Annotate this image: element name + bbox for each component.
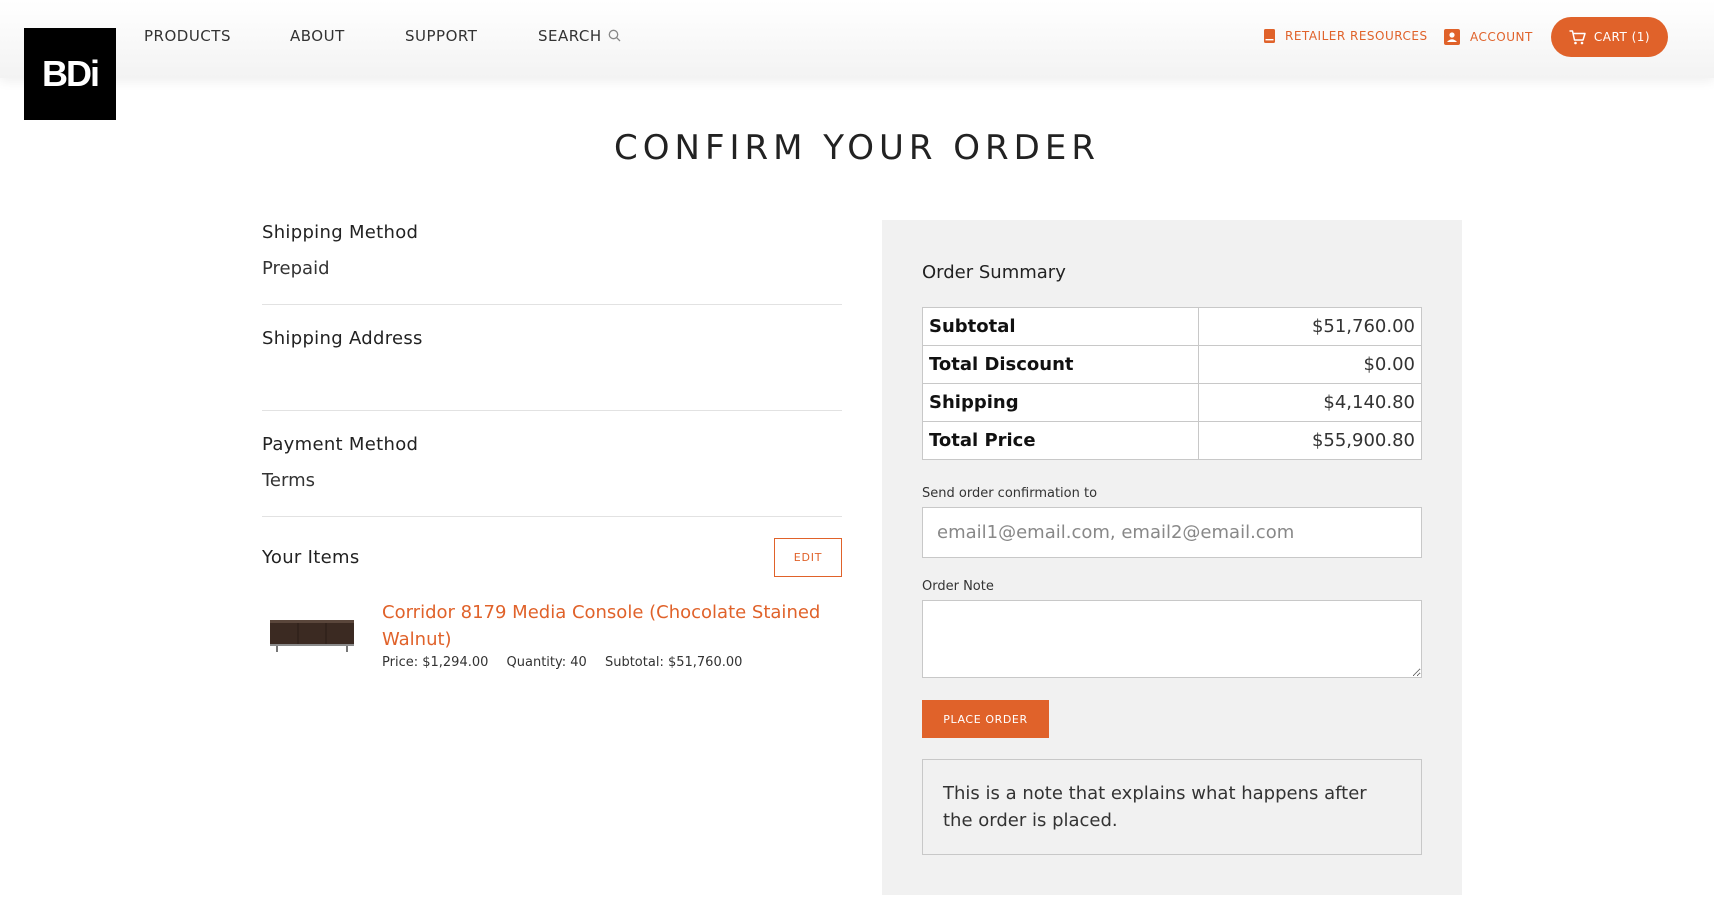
order-summary-title: Order Summary [922,262,1066,283]
summary-value: $51,760.00 [1198,307,1422,346]
section-divider [262,410,842,411]
table-row: Subtotal $51,760.00 [922,307,1422,346]
table-row: Total Discount $0.00 [922,345,1422,384]
nav-search-label: SEARCH [538,27,602,45]
cart-icon [1569,29,1586,44]
page-title: CONFIRM YOUR ORDER [614,128,1100,168]
shipping-address-section: Shipping Address [262,328,842,364]
account-label: ACCOUNT [1470,30,1533,44]
product-name-link[interactable]: Corridor 8179 Media Console (Chocolate S… [382,599,842,653]
product-meta: Price: $1,294.00 Quantity: 40 Subtotal: … [382,655,756,670]
order-note-label: Order Note [922,579,994,594]
book-icon [1264,29,1275,43]
shipping-method-section: Shipping Method Prepaid [262,222,842,279]
summary-value: $0.00 [1198,345,1422,384]
summary-value: $55,900.80 [1198,421,1422,460]
table-row: Total Price $55,900.80 [922,421,1422,460]
bdi-logo[interactable]: BDi [24,28,116,120]
email-field[interactable] [922,507,1422,558]
order-summary-table: Subtotal $51,760.00 Total Discount $0.00… [922,307,1422,460]
edit-items-button[interactable]: EDIT [774,538,842,577]
product-subtotal: Subtotal: $51,760.00 [604,655,743,670]
your-items-heading: Your Items [262,547,360,568]
order-details: Shipping Method Prepaid [262,222,842,279]
shipping-method-value: Prepaid [262,258,330,279]
account-icon [1444,29,1460,45]
nav-support[interactable]: SUPPORT [405,27,477,45]
summary-label: Subtotal [922,307,1199,346]
shipping-method-heading: Shipping Method [262,222,419,243]
payment-method-value: Terms [262,470,316,491]
summary-label: Total Price [922,421,1199,460]
shipping-address-heading: Shipping Address [262,328,423,349]
retailer-resources-link[interactable]: RETAILER RESOURCES [1264,29,1428,43]
cart-label: CART (1) [1593,30,1651,44]
after-order-note: This is a note that explains what happen… [922,759,1422,855]
nav-search[interactable]: SEARCH [538,27,621,46]
email-field-label: Send order confirmation to [922,486,1098,501]
product-quantity: Quantity: 40 [506,655,587,670]
section-divider [262,516,842,517]
section-divider [262,304,842,305]
place-order-button[interactable]: PLACE ORDER [922,700,1049,738]
summary-label: Shipping [922,383,1199,422]
account-link[interactable]: ACCOUNT [1444,29,1533,45]
nav-products[interactable]: PRODUCTS [144,27,231,45]
search-icon [608,28,621,46]
payment-method-section: Payment Method Terms [262,434,842,491]
your-items-section: Your Items [262,547,842,568]
summary-label: Total Discount [922,345,1199,384]
retailer-resources-label: RETAILER RESOURCES [1285,29,1428,43]
product-thumbnail[interactable] [266,606,358,656]
product-price: Price: $1,294.00 [382,655,489,670]
order-note-field[interactable] [922,600,1422,678]
cart-button[interactable]: CART (1) [1551,17,1668,57]
payment-method-heading: Payment Method [262,434,419,455]
summary-value: $4,140.80 [1198,383,1422,422]
table-row: Shipping $4,140.80 [922,383,1422,422]
nav-about[interactable]: ABOUT [290,27,345,45]
